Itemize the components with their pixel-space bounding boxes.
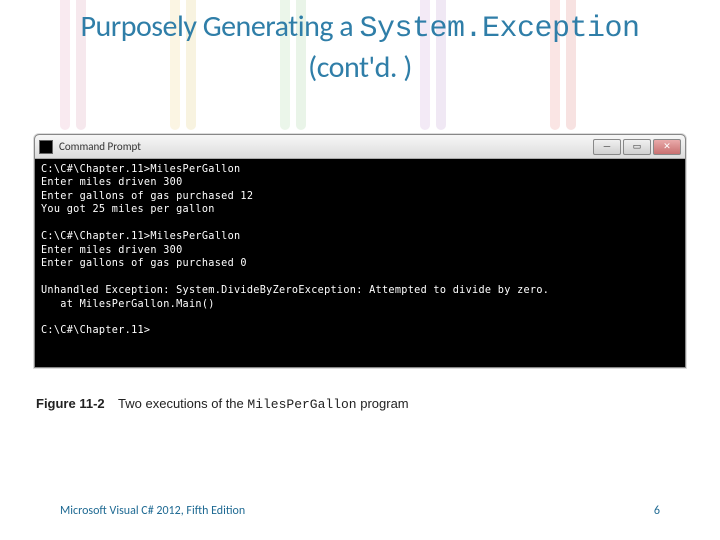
title-mono: System.Exception xyxy=(359,12,639,46)
window-titlebar: Command Prompt — ▭ ✕ xyxy=(35,135,685,159)
footer-credit: Microsoft Visual C# 2012, Fifth Edition xyxy=(60,504,245,518)
minimize-button[interactable]: — xyxy=(593,139,621,155)
caption-post: program xyxy=(357,396,409,411)
caption-pre: Two executions of the xyxy=(118,396,247,411)
title-post: (cont'd. ) xyxy=(308,49,412,86)
maximize-button[interactable]: ▭ xyxy=(623,139,651,155)
page-number: 6 xyxy=(654,504,660,518)
title-pre: Purposely Generating a xyxy=(81,8,360,45)
slide: Purposely Generating a System.Exception … xyxy=(0,0,720,540)
slide-title: Purposely Generating a System.Exception … xyxy=(0,0,720,86)
window-title: Command Prompt xyxy=(59,140,141,153)
figure-caption: Figure 11-2 Two executions of the MilesP… xyxy=(36,396,409,412)
command-prompt-window: Command Prompt — ▭ ✕ C:\C#\Chapter.11>Mi… xyxy=(34,134,686,368)
close-button[interactable]: ✕ xyxy=(653,139,681,155)
terminal-output: C:\C#\Chapter.11>MilesPerGallon Enter mi… xyxy=(35,159,685,367)
figure-label: Figure 11-2 xyxy=(36,396,105,411)
caption-mono: MilesPerGallon xyxy=(247,397,356,412)
window-buttons: — ▭ ✕ xyxy=(591,139,681,155)
cmd-icon xyxy=(39,140,53,154)
